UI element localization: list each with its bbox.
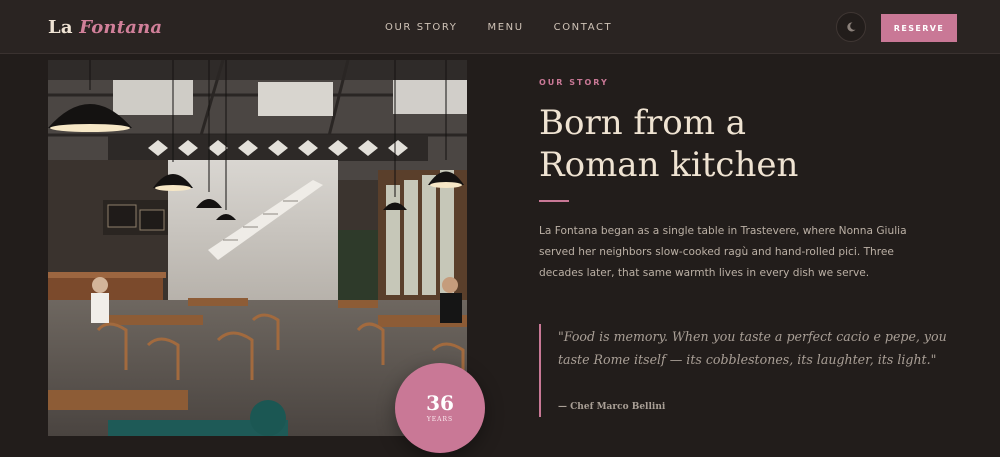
reserve-button[interactable]: RESERVE <box>881 14 957 42</box>
nav-menu[interactable]: MENU <box>487 22 523 33</box>
section-eyebrow: OUR STORY <box>539 78 609 87</box>
site-header: La Fontana OUR STORY MENU CONTACT RESERV… <box>0 0 1000 54</box>
moon-icon <box>847 22 856 32</box>
logo[interactable]: La Fontana <box>48 17 162 38</box>
section-headline: Born from a Roman kitchen <box>539 102 939 186</box>
years-label: YEARS <box>426 416 454 423</box>
nav-contact[interactable]: CONTACT <box>554 22 613 33</box>
main-nav: OUR STORY MENU CONTACT <box>385 22 612 33</box>
quote-attribution: — Chef Marco Bellini <box>558 402 666 412</box>
theme-toggle-button[interactable] <box>836 12 866 42</box>
years-number: 36 <box>426 391 454 415</box>
logo-main: La <box>48 17 73 38</box>
chef-quote: "Food is memory. When you taste a perfec… <box>558 329 947 367</box>
years-badge: 36 YEARS <box>395 363 485 453</box>
logo-accent: Fontana <box>79 17 163 38</box>
quote-bar <box>539 324 541 417</box>
headline-line-2: Roman kitchen <box>539 145 799 185</box>
nav-our-story[interactable]: OUR STORY <box>385 22 457 33</box>
accent-divider <box>539 200 569 202</box>
story-body: La Fontana began as a single table in Tr… <box>539 225 907 279</box>
headline-line-1: Born from a <box>539 103 747 143</box>
